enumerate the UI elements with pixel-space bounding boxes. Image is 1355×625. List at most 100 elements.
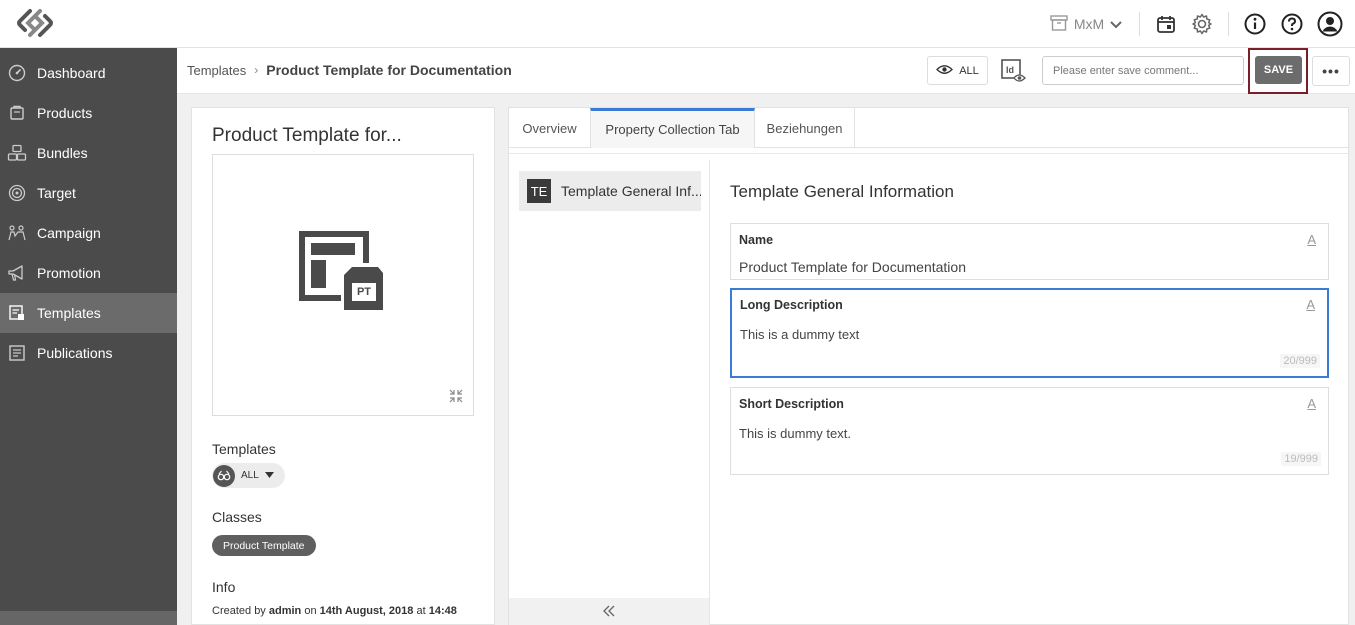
collapse-icon[interactable] bbox=[449, 389, 463, 406]
long-description-value[interactable]: This is a dummy text bbox=[740, 327, 859, 342]
created-by-user: admin bbox=[268, 605, 302, 617]
calendar-icon[interactable] bbox=[1154, 10, 1178, 38]
tab-beziehungen[interactable]: Beziehungen bbox=[755, 108, 855, 148]
preview-id-icon[interactable]: Id bbox=[997, 56, 1031, 86]
sidebar-footer bbox=[0, 611, 177, 625]
sidebar-item-promotion[interactable]: Promotion bbox=[0, 253, 177, 293]
dashboard-icon bbox=[7, 63, 27, 83]
sidebar-item-target[interactable]: Target bbox=[0, 173, 177, 213]
breadcrumb-parent-link[interactable]: Templates bbox=[187, 63, 246, 78]
collapse-list-button[interactable] bbox=[509, 598, 709, 625]
templates-filter-chip[interactable]: ALL bbox=[212, 463, 285, 488]
text-type-icon: A bbox=[1307, 232, 1316, 247]
save-button[interactable]: SAVE bbox=[1255, 56, 1302, 84]
templates-icon bbox=[7, 303, 27, 323]
view-all-label: ALL bbox=[959, 64, 979, 77]
created-at-word: at bbox=[416, 605, 426, 617]
user-avatar-icon[interactable] bbox=[1316, 10, 1344, 38]
info-section-label: Info bbox=[212, 579, 236, 595]
archive-icon bbox=[1050, 14, 1068, 34]
gear-icon[interactable] bbox=[1190, 10, 1214, 38]
created-time: 14:48 bbox=[428, 605, 457, 617]
template-summary-panel: Product Template for... PT Templates ALL… bbox=[191, 107, 495, 625]
collection-list: TE Template General Inf... bbox=[509, 160, 710, 625]
sidebar-item-label: Products bbox=[37, 105, 93, 121]
sidebar-item-label: Publications bbox=[37, 345, 113, 361]
view-glasses-icon bbox=[213, 464, 235, 487]
sidebar-item-label: Target bbox=[37, 185, 76, 201]
char-count: 19/999 bbox=[1281, 452, 1321, 466]
created-info: Created by admin on 14th August, 2018 at… bbox=[212, 605, 457, 617]
short-description-value[interactable]: This is dummy text. bbox=[739, 426, 851, 441]
classes-section-label: Classes bbox=[212, 509, 262, 525]
page-header: Templates › Product Template for Documen… bbox=[177, 48, 1355, 94]
long-description-field[interactable]: Long Description A This is a dummy text … bbox=[730, 288, 1329, 378]
created-on-word: on bbox=[304, 605, 317, 617]
field-label: Name bbox=[739, 233, 774, 247]
template-image-badge: PT bbox=[356, 286, 372, 298]
context-selector[interactable]: MxM bbox=[1046, 10, 1126, 38]
tab-property-collection[interactable]: Property Collection Tab bbox=[590, 108, 755, 148]
sidebar-item-bundles[interactable]: Bundles bbox=[0, 133, 177, 173]
sidebar-item-campaign[interactable]: Campaign bbox=[0, 213, 177, 253]
name-value[interactable]: Product Template for Documentation bbox=[739, 259, 966, 275]
sidebar-item-label: Dashboard bbox=[37, 65, 106, 81]
template-image-box[interactable]: PT bbox=[212, 154, 474, 416]
eye-icon bbox=[936, 64, 954, 78]
help-icon[interactable] bbox=[1280, 10, 1304, 38]
created-date: 14th August, 2018 bbox=[319, 605, 414, 617]
breadcrumb-separator-icon: › bbox=[254, 63, 259, 77]
collection-label: Template General Inf... bbox=[561, 183, 701, 199]
double-chevron-left-icon bbox=[602, 602, 616, 623]
sidebar-item-label: Promotion bbox=[37, 265, 101, 281]
bundles-icon bbox=[7, 143, 27, 163]
char-count: 20/999 bbox=[1280, 354, 1320, 368]
templates-section-label: Templates bbox=[212, 441, 276, 457]
breadcrumb: Templates › Product Template for Documen… bbox=[187, 62, 512, 78]
class-chip[interactable]: Product Template bbox=[212, 535, 316, 556]
svg-text:Id: Id bbox=[1006, 65, 1014, 75]
app-logo-icon[interactable] bbox=[16, 8, 54, 38]
properties-panel: Overview Property Collection Tab Beziehu… bbox=[508, 107, 1349, 625]
products-icon bbox=[7, 103, 27, 123]
name-field[interactable]: Name A Product Template for Documentatio… bbox=[730, 223, 1329, 280]
sidebar-item-dashboard[interactable]: Dashboard bbox=[0, 53, 177, 93]
divider bbox=[1139, 12, 1140, 36]
target-icon bbox=[7, 183, 27, 203]
chevron-down-icon bbox=[1110, 16, 1122, 32]
field-label: Short Description bbox=[739, 397, 844, 411]
campaign-icon bbox=[7, 223, 27, 243]
megaphone-icon bbox=[7, 263, 27, 283]
info-icon[interactable] bbox=[1243, 10, 1267, 38]
short-description-field[interactable]: Short Description A This is dummy text. … bbox=[730, 387, 1329, 475]
sidebar: Dashboard Products Bundles Target Campai… bbox=[0, 48, 177, 625]
sidebar-item-label: Bundles bbox=[37, 145, 88, 161]
section-title: Template General Information bbox=[730, 182, 954, 201]
page-title: Product Template for Documentation bbox=[266, 62, 512, 78]
divider bbox=[1228, 12, 1229, 36]
templates-chip-label: ALL bbox=[241, 470, 259, 481]
divider bbox=[509, 153, 1348, 154]
template-title: Product Template for... bbox=[212, 125, 402, 146]
caret-down-icon bbox=[264, 470, 274, 481]
sidebar-item-publications[interactable]: Publications bbox=[0, 333, 177, 373]
save-comment-input[interactable] bbox=[1042, 56, 1244, 85]
view-all-button[interactable]: ALL bbox=[927, 56, 988, 85]
sidebar-item-products[interactable]: Products bbox=[0, 93, 177, 133]
sidebar-item-templates[interactable]: Templates bbox=[0, 293, 177, 333]
more-options-button[interactable]: ••• bbox=[1312, 56, 1350, 86]
list-item-template-general-info[interactable]: TE Template General Inf... bbox=[519, 171, 701, 211]
context-label: MxM bbox=[1073, 16, 1105, 32]
more-icon: ••• bbox=[1322, 63, 1340, 79]
publications-icon bbox=[7, 343, 27, 363]
text-type-icon: A bbox=[1306, 297, 1315, 312]
text-type-icon: A bbox=[1307, 396, 1316, 411]
created-by-prefix: Created by bbox=[212, 605, 266, 617]
collection-badge: TE bbox=[527, 179, 551, 203]
tab-bar: Overview Property Collection Tab Beziehu… bbox=[509, 108, 1348, 148]
sidebar-item-label: Campaign bbox=[37, 225, 101, 241]
template-placeholder-icon: PT bbox=[299, 231, 387, 318]
sidebar-item-label: Templates bbox=[37, 305, 101, 321]
tab-overview[interactable]: Overview bbox=[509, 108, 590, 148]
top-bar: MxM bbox=[0, 0, 1355, 48]
